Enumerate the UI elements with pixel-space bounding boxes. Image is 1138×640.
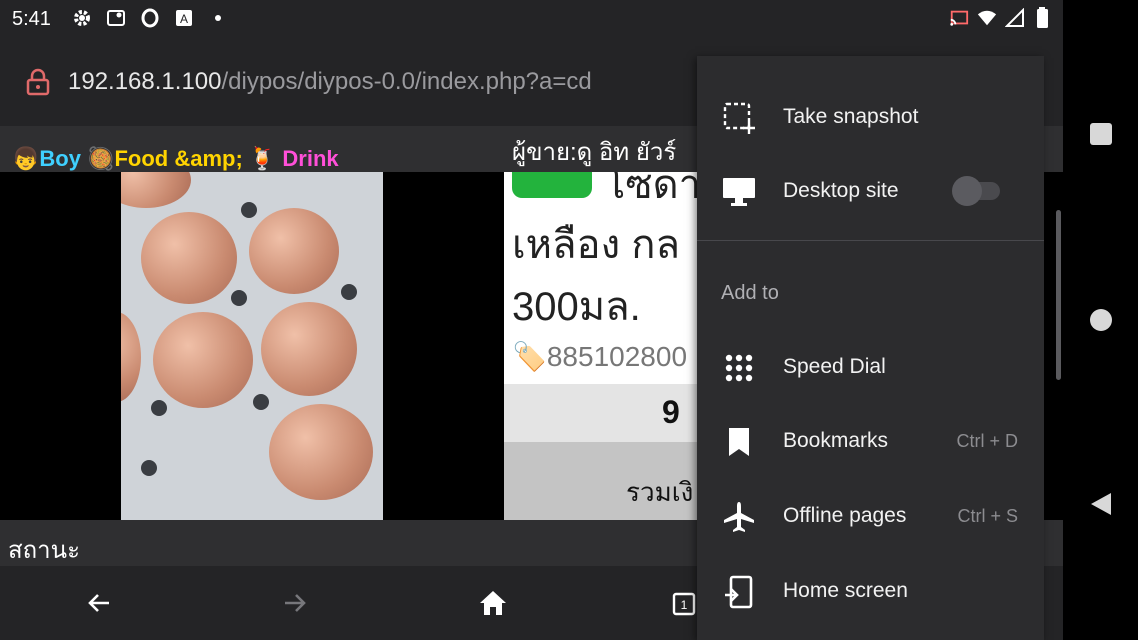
url-host: 192.168.1.100 bbox=[68, 68, 222, 95]
desktop-icon bbox=[721, 174, 757, 210]
brand-title: 👦Boy 🥘Food &amp; 🍹 Drink bbox=[12, 146, 339, 172]
url-path: /diypos/diypos-0.0/index.php?a=cd bbox=[221, 68, 592, 95]
tray-hole bbox=[341, 284, 357, 300]
add-to-home-icon bbox=[721, 574, 757, 610]
desktop-site-toggle[interactable] bbox=[952, 176, 1000, 206]
status-bar: 5:41 A bbox=[0, 0, 1063, 38]
menu-label: Take snapshot bbox=[783, 105, 919, 128]
quantity-row[interactable]: 9 bbox=[504, 384, 704, 442]
wifi-icon bbox=[977, 8, 997, 28]
tray-hole bbox=[151, 400, 167, 416]
snapshot-icon bbox=[721, 100, 757, 136]
opera-icon bbox=[140, 8, 160, 28]
airplane-icon bbox=[721, 499, 757, 535]
tray-hole bbox=[231, 290, 247, 306]
egg bbox=[153, 312, 253, 408]
cast-icon bbox=[949, 8, 969, 28]
gear-icon bbox=[72, 8, 92, 28]
product-badge-text: โซดา bbox=[604, 172, 702, 207]
menu-take-snapshot[interactable]: Take snapshot bbox=[697, 80, 1044, 152]
url-text[interactable]: 192.168.1.100/diypos/diypos-0.0/index.ph… bbox=[68, 68, 592, 96]
lock-icon[interactable] bbox=[26, 68, 50, 101]
status-label: สถานะ bbox=[8, 537, 80, 564]
menu-offline-pages[interactable]: Offline pages Ctrl + S bbox=[697, 479, 1044, 551]
toggle-thumb bbox=[952, 176, 982, 206]
a-icon: A bbox=[174, 8, 194, 28]
egg bbox=[269, 404, 373, 500]
forward-icon[interactable] bbox=[278, 586, 312, 620]
dot-icon bbox=[208, 8, 228, 28]
seller-label: ผู้ขาย:ดู อิท ยัวร์ bbox=[512, 139, 677, 166]
svg-text:A: A bbox=[180, 12, 188, 26]
egg bbox=[141, 212, 237, 304]
product-quantity: 9 bbox=[662, 394, 680, 430]
menu-bookmarks[interactable]: Bookmarks Ctrl + D bbox=[697, 404, 1044, 476]
menu-label: Bookmarks bbox=[783, 429, 889, 452]
home-icon[interactable] bbox=[476, 586, 510, 620]
menu-label: Offline pages bbox=[783, 504, 907, 527]
back-icon[interactable] bbox=[82, 586, 116, 620]
brand-boy: 👦Boy bbox=[12, 146, 88, 171]
egg bbox=[121, 172, 191, 208]
status-icons-left: A bbox=[72, 8, 228, 28]
home-nav-icon[interactable] bbox=[1089, 308, 1113, 332]
bookmark-icon bbox=[721, 424, 757, 460]
tray-hole bbox=[241, 202, 257, 218]
menu-shortcut: Ctrl + S bbox=[957, 506, 1018, 526]
tray-hole bbox=[253, 394, 269, 410]
product-name-line2: 300มล. bbox=[512, 285, 641, 329]
brand-drink: 🍹 Drink bbox=[248, 146, 339, 171]
egg bbox=[261, 302, 357, 396]
total-row: รวมเงิ bbox=[504, 442, 704, 520]
status-time: 5:41 bbox=[12, 8, 51, 30]
menu-home-screen[interactable]: Home screen bbox=[697, 554, 1044, 626]
product-photo bbox=[121, 172, 383, 520]
total-label: รวมเงิ bbox=[626, 477, 694, 507]
tab-count: 1 bbox=[681, 598, 688, 612]
status-icons-right bbox=[949, 7, 1053, 28]
egg bbox=[121, 312, 141, 402]
product-name-line1: เหลือง กล bbox=[512, 223, 680, 267]
egg bbox=[249, 208, 339, 294]
speed-dial-icon bbox=[721, 350, 757, 386]
menu-label: Desktop site bbox=[783, 179, 899, 202]
signal-icon bbox=[1005, 8, 1025, 28]
brand-food: 🥘Food &amp; bbox=[87, 146, 249, 171]
recents-icon[interactable] bbox=[1089, 122, 1113, 146]
android-nav-bar bbox=[1063, 0, 1138, 640]
menu-label: Speed Dial bbox=[783, 355, 886, 378]
photo-location-icon bbox=[106, 8, 126, 28]
page-scrollbar[interactable] bbox=[1056, 210, 1061, 380]
menu-speed-dial[interactable]: Speed Dial bbox=[697, 330, 1044, 402]
menu-shortcut: Ctrl + D bbox=[956, 431, 1018, 451]
product-barcode: 🏷️885102800 bbox=[512, 341, 688, 372]
menu-divider bbox=[697, 240, 1044, 241]
product-card[interactable]: โซดา เหลือง กล 300มล. 🏷️885102800 9 รวมเ… bbox=[504, 172, 704, 520]
overflow-menu: Take snapshot Desktop site Add to Speed … bbox=[697, 56, 1044, 640]
battery-icon bbox=[1033, 7, 1053, 28]
menu-section-add-to: Add to bbox=[721, 282, 779, 304]
back-nav-icon[interactable] bbox=[1089, 492, 1113, 516]
product-badge bbox=[512, 172, 592, 198]
menu-label: Home screen bbox=[783, 579, 908, 602]
tray-hole bbox=[141, 460, 157, 476]
